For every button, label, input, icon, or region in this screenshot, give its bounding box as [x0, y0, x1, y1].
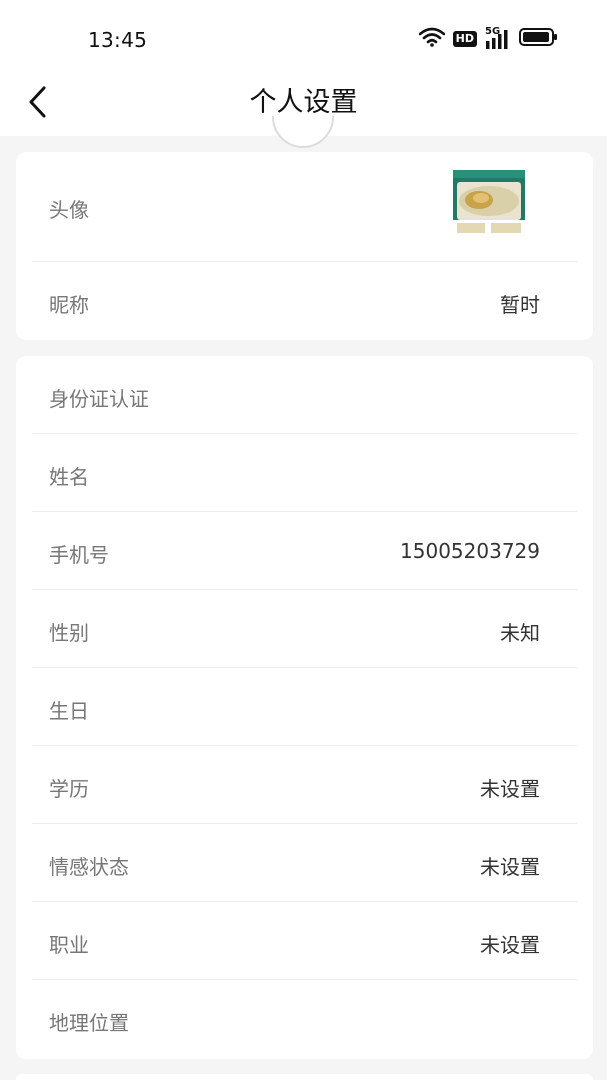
signal-5g-icon: 5G — [485, 26, 511, 50]
row-label: 地理位置 — [49, 1011, 129, 1035]
battery-icon — [519, 27, 559, 51]
next-card — [16, 1074, 593, 1080]
row-label: 生日 — [49, 699, 89, 723]
avatar[interactable] — [453, 170, 525, 234]
avatar-label: 头像 — [49, 198, 89, 222]
header-decoration-circle — [272, 116, 334, 150]
status-bar: 13:45 HD 5G — [0, 0, 607, 74]
row-value: 15005203729 — [400, 539, 540, 563]
row-label: 学历 — [49, 777, 89, 801]
profile-card: 头像 昵称 暂时 — [16, 152, 593, 340]
row-label: 姓名 — [49, 465, 89, 489]
avatar-image — [453, 170, 525, 234]
status-icons: HD 5G — [418, 26, 559, 52]
list-item-birthday[interactable]: 生日 — [32, 668, 577, 746]
list-item-education[interactable]: 学历 未设置 — [32, 746, 577, 824]
nickname-label: 昵称 — [49, 293, 89, 317]
avatar-row[interactable]: 头像 — [32, 152, 577, 262]
nickname-value: 暂时 — [500, 293, 540, 317]
list-item-gender[interactable]: 性别 未知 — [32, 590, 577, 668]
nickname-row[interactable]: 昵称 暂时 — [32, 262, 577, 340]
row-value: 未知 — [500, 621, 540, 645]
hd-icon: HD — [452, 31, 477, 47]
list-item-phone[interactable]: 手机号 15005203729 — [32, 512, 577, 590]
page-title: 个人设置 — [249, 87, 358, 118]
row-label: 职业 — [49, 933, 89, 957]
row-label: 手机号 — [49, 543, 109, 567]
wifi-icon — [418, 27, 445, 51]
list-item-location[interactable]: 地理位置 — [32, 980, 577, 1059]
row-value: 未设置 — [480, 933, 540, 957]
list-item-occupation[interactable]: 职业 未设置 — [32, 902, 577, 980]
list-item-name[interactable]: 姓名 — [32, 434, 577, 512]
list-item-relationship[interactable]: 情感状态 未设置 — [32, 824, 577, 902]
row-label: 情感状态 — [49, 855, 129, 879]
row-value: 未设置 — [480, 855, 540, 879]
row-label: 身份证认证 — [49, 387, 149, 411]
info-card: 身份证认证 姓名 手机号 15005203729 性别 未知 生日 学历 未设置… — [16, 356, 593, 1059]
row-label: 性别 — [49, 621, 89, 645]
status-time: 13:45 — [88, 28, 148, 52]
row-value: 未设置 — [480, 777, 540, 801]
list-item-id-verification[interactable]: 身份证认证 — [32, 356, 577, 434]
